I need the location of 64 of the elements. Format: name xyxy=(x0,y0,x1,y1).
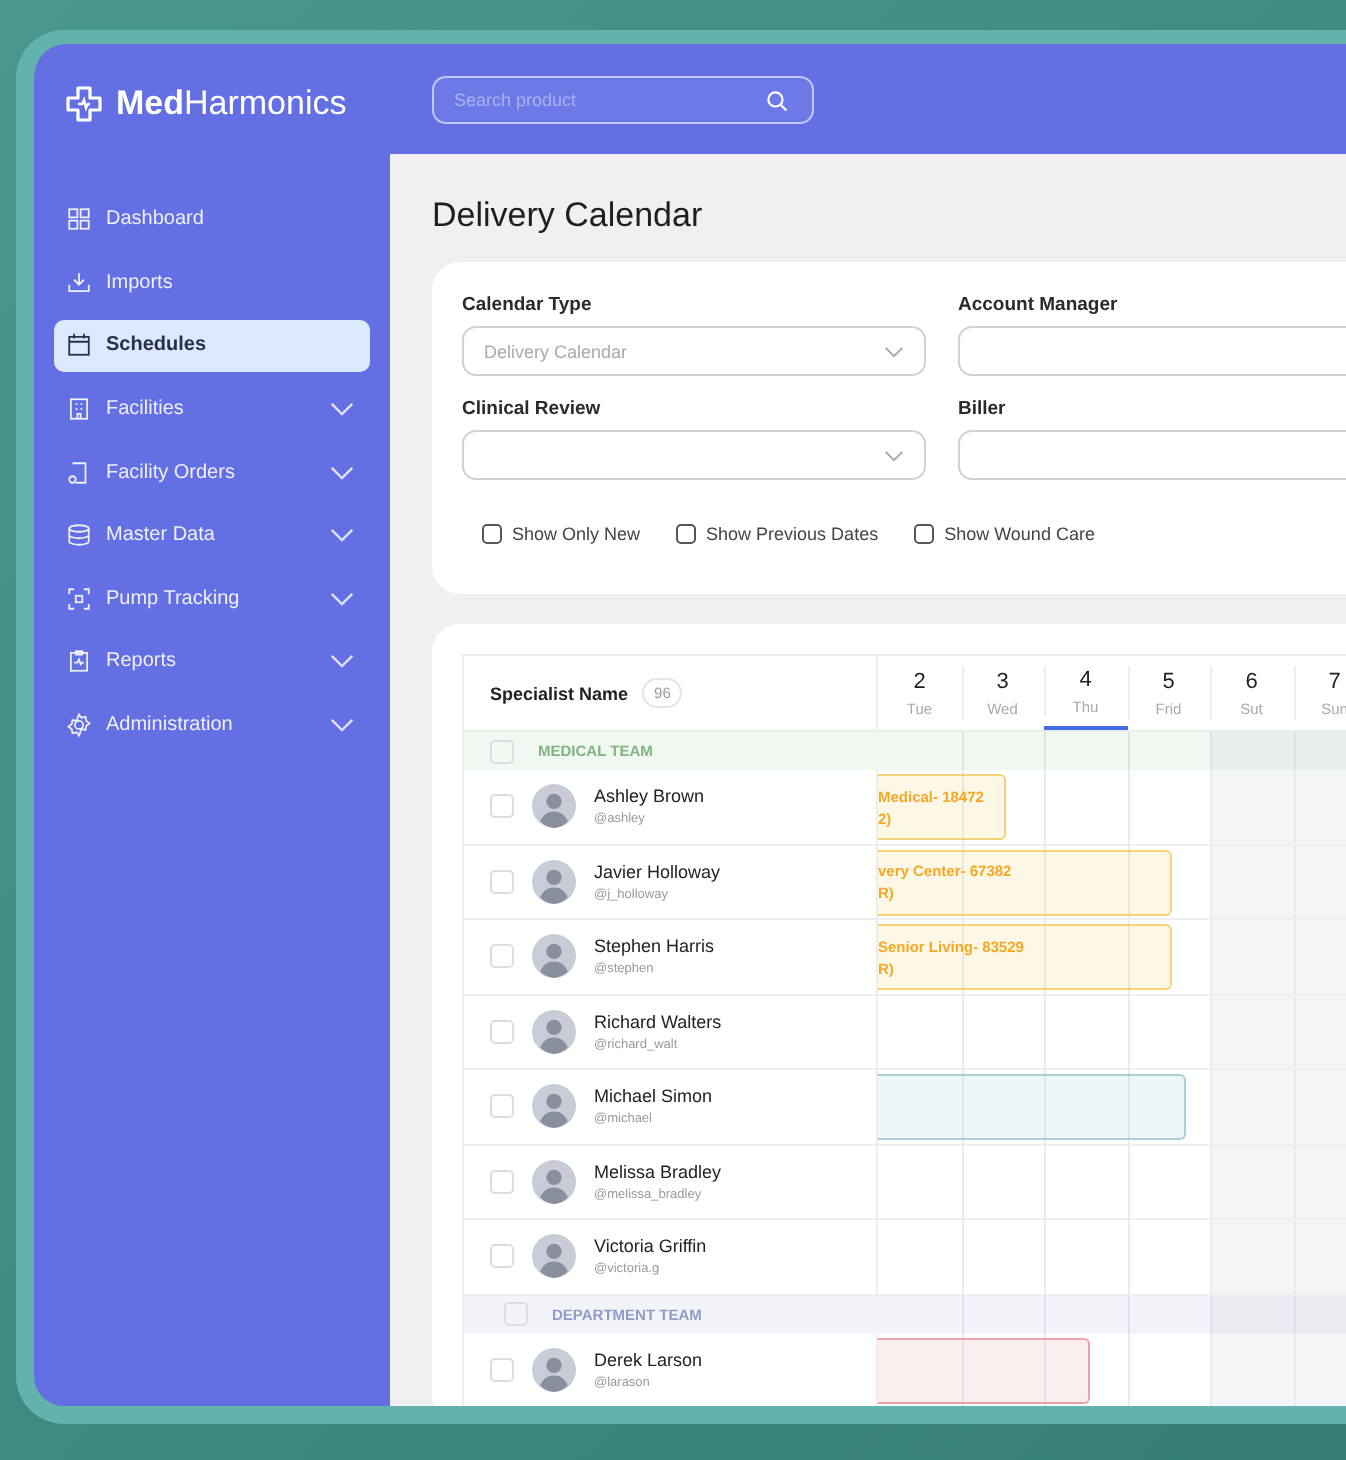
logo-icon xyxy=(64,84,104,124)
specialist-name: Ashley Brown xyxy=(594,786,705,807)
avatar-icon xyxy=(532,1009,576,1054)
specialist-name: Victoria Griffin xyxy=(594,1236,707,1257)
input-field[interactable] xyxy=(958,430,1346,480)
chevron-icon xyxy=(330,465,354,480)
avatar-icon xyxy=(532,784,576,829)
sidebar-item-icon xyxy=(66,522,92,549)
avatar-icon xyxy=(532,1084,576,1129)
sidebar-item-icon xyxy=(66,206,92,233)
sidebar-item[interactable]: Master Data xyxy=(54,509,370,562)
field-label: Biller xyxy=(958,398,1008,420)
sidebar-item-icon xyxy=(66,648,92,675)
specialist-name: Michael Simon xyxy=(594,1086,713,1107)
specialist-name: Javier Holloway xyxy=(594,861,721,882)
sidebar-item[interactable]: Dashboard xyxy=(54,194,370,246)
sidebar-item-icon xyxy=(66,396,92,423)
input-field[interactable] xyxy=(958,326,1346,376)
caret-icon xyxy=(884,449,904,461)
sidebar-item-icon xyxy=(66,712,92,739)
caret-icon xyxy=(884,345,904,357)
avatar-icon xyxy=(532,1159,576,1204)
sidebar-item[interactable]: Pump Tracking xyxy=(54,573,370,625)
search-icon xyxy=(766,89,788,111)
checkbox[interactable] xyxy=(914,524,935,544)
sidebar-item[interactable]: Facilities xyxy=(54,383,370,435)
sidebar-item-icon xyxy=(66,585,92,612)
chevron-icon xyxy=(330,402,354,417)
specialist-name: Derek Larson xyxy=(594,1349,703,1370)
field-label: Calendar Type xyxy=(462,294,594,316)
page-title: Delivery Calendar xyxy=(432,196,705,236)
specialist-name: Melissa Bradley xyxy=(594,1161,722,1182)
checkbox-option[interactable]: Show Previous Dates xyxy=(676,524,879,544)
schedule-event[interactable] xyxy=(878,1074,1186,1140)
chevron-icon xyxy=(330,654,354,669)
dropdown-field[interactable] xyxy=(462,430,926,480)
sidebar-item-icon xyxy=(66,332,92,359)
schedule-event[interactable] xyxy=(878,1337,1090,1403)
specialist-name: Stephen Harris xyxy=(594,936,715,957)
sidebar-item[interactable]: Reports xyxy=(54,636,370,688)
field-label: Account Manager xyxy=(958,294,1120,316)
sidebar-item[interactable]: Administration xyxy=(54,699,370,751)
dropdown-field[interactable]: Delivery Calendar xyxy=(462,326,926,376)
avatar-icon xyxy=(532,1347,576,1392)
field-label: Clinical Review xyxy=(462,398,603,420)
chevron-icon xyxy=(330,718,354,733)
checkbox-option[interactable]: Show Only New xyxy=(482,524,641,544)
checkbox[interactable] xyxy=(482,524,502,544)
column-header: Specialist Name xyxy=(490,683,629,703)
checkbox-option[interactable]: Show Wound Care xyxy=(914,524,1095,544)
sidebar-item[interactable]: Imports xyxy=(54,257,370,309)
avatar-icon xyxy=(532,934,576,979)
sidebar-item-icon xyxy=(66,459,92,486)
avatar-icon xyxy=(532,859,576,904)
checkbox[interactable] xyxy=(676,524,697,544)
sidebar-item-icon xyxy=(66,269,92,296)
sidebar-item[interactable]: Facility Orders xyxy=(54,446,370,498)
specialist-name: Richard Walters xyxy=(594,1011,722,1032)
avatar-icon xyxy=(532,1234,576,1279)
sidebar-item[interactable]: Schedules xyxy=(54,320,370,372)
brand-name: MedHarmonics xyxy=(116,84,347,124)
search-field[interactable]: Search product xyxy=(432,76,814,124)
chevron-icon xyxy=(330,591,354,606)
chevron-icon xyxy=(330,528,354,543)
